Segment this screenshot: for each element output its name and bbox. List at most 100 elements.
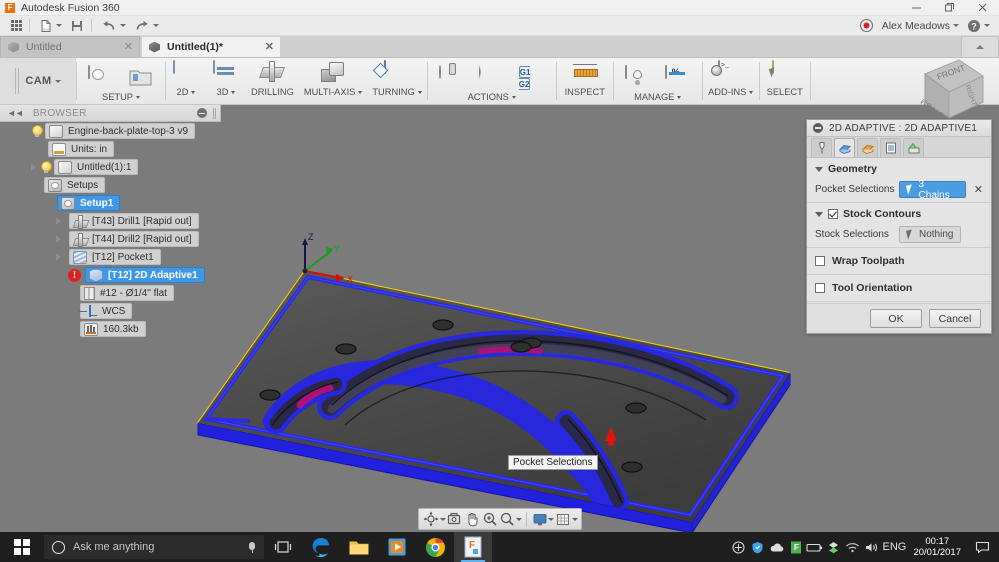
wrap-toolpath-checkbox[interactable] [815, 256, 825, 266]
fit-button[interactable] [498, 510, 516, 528]
restore-button[interactable] [933, 0, 966, 16]
cancel-button[interactable]: Cancel [929, 309, 981, 328]
expander-right-icon[interactable] [52, 217, 65, 225]
onedrive-cloud-icon[interactable] [767, 532, 786, 562]
language-indicator[interactable]: ENG [881, 532, 907, 562]
action-center-button[interactable] [969, 532, 995, 562]
expander-down-icon[interactable] [52, 271, 65, 278]
clock[interactable]: 00:17 20/01/2017 [907, 536, 969, 558]
ribbon-button-select[interactable]: SELECT [760, 58, 810, 101]
document-tab-untitled[interactable]: Untitled ✕ [0, 36, 140, 57]
expander-right-icon[interactable] [52, 253, 65, 261]
close-tab-icon[interactable]: ✕ [251, 41, 274, 53]
record-button[interactable] [856, 16, 877, 36]
machining-time-button[interactable] [658, 63, 698, 90]
workspace-switcher[interactable]: CAM [0, 58, 76, 104]
document-tab-untitled-1[interactable]: Untitled(1)* ✕ [141, 36, 281, 57]
dialog-collapse-icon[interactable] [813, 123, 823, 133]
start-button[interactable] [0, 532, 44, 562]
pan-button[interactable] [463, 510, 481, 528]
stock-selections-button[interactable]: Nothing [899, 226, 962, 243]
browser-menu-icon[interactable] [197, 108, 207, 118]
save-button[interactable] [67, 16, 87, 36]
simulate-button[interactable] [432, 63, 472, 90]
expander-down-icon[interactable] [18, 127, 31, 134]
heights-tab[interactable] [857, 138, 878, 157]
close-tab-icon[interactable]: ✕ [110, 41, 133, 53]
minimize-button[interactable] [900, 0, 933, 16]
app-grid-button[interactable] [2, 16, 25, 36]
close-button[interactable] [966, 0, 999, 16]
ribbon-button-multi-axis[interactable]: MULTI-AXIS [299, 58, 367, 101]
chrome-button[interactable] [416, 532, 454, 562]
stock-contours-section-header[interactable]: Stock Contours [815, 208, 983, 220]
tree-row-units[interactable]: Units: in [0, 140, 221, 158]
expander-down-icon[interactable] [27, 181, 40, 188]
expander-right-icon[interactable] [52, 235, 65, 243]
g-code-button[interactable]: G1 G2 [512, 63, 552, 90]
search-input[interactable]: Ask me anything [44, 535, 264, 559]
zoom-button[interactable] [481, 510, 499, 528]
geometry-section-header[interactable]: Geometry [815, 163, 983, 175]
wrap-toolpath-row[interactable]: Wrap Toolpath [807, 248, 991, 275]
expander-down-icon[interactable] [40, 199, 53, 206]
volume-icon[interactable] [862, 532, 881, 562]
ribbon-button-2d[interactable]: 2D [166, 58, 206, 101]
tree-row-pocket1[interactable]: [T12] Pocket1 [0, 248, 221, 266]
new-folder-button[interactable] [121, 63, 161, 90]
collapse-arrows-icon[interactable]: ◄◄ [7, 108, 24, 118]
task-view-button[interactable] [264, 532, 302, 562]
stock-contours-checkbox[interactable] [828, 209, 838, 219]
ribbon-button-inspect[interactable]: INSPECT [557, 58, 613, 101]
tree-row-root[interactable]: Engine-back-plate-top-3 v9 [0, 122, 221, 140]
visibility-bulb-icon[interactable] [31, 124, 43, 138]
ok-button[interactable]: OK [870, 309, 922, 328]
help-button[interactable]: ? [964, 16, 993, 36]
orbit-button[interactable] [422, 510, 440, 528]
tree-row-drill1[interactable]: [T43] Drill1 [Rapid out] [0, 212, 221, 230]
edge-button[interactable] [302, 532, 340, 562]
chevron-down-icon[interactable] [572, 517, 579, 521]
tree-row-2d-adaptive1[interactable]: ! [T12] 2D Adaptive1 [0, 266, 221, 284]
clear-pocket-selection-button[interactable]: ✕ [974, 183, 983, 196]
tree-row-setups[interactable]: Setups [0, 176, 221, 194]
panel-resize-grip[interactable] [213, 107, 217, 119]
hidden-icons-icon[interactable] [729, 532, 748, 562]
new-document-button[interactable] [36, 16, 65, 36]
tool-orientation-row[interactable]: Tool Orientation [807, 275, 991, 302]
tree-row-body[interactable]: Untitled(1):1 [0, 158, 221, 176]
expander-right-icon[interactable] [27, 163, 40, 171]
redo-button[interactable] [131, 16, 162, 36]
ribbon-button-turning[interactable]: TURNING [367, 58, 426, 101]
undo-button[interactable] [98, 16, 129, 36]
security-shield-icon[interactable] [748, 532, 767, 562]
battery-icon[interactable] [805, 532, 824, 562]
account-menu[interactable]: Alex Meadows [879, 16, 962, 36]
ribbon-button-drilling[interactable]: DRILLING [246, 58, 299, 101]
ribbon-button-add-ins[interactable]: ADD-INS [703, 58, 759, 101]
post-process-button[interactable] [472, 63, 512, 90]
ribbon-button-3d[interactable]: 3D [206, 58, 246, 101]
tool-orientation-checkbox[interactable] [815, 283, 825, 293]
tree-row-setup1[interactable]: Setup1 [0, 194, 221, 212]
tree-row-drill2[interactable]: [T44] Drill2 [Rapid out] [0, 230, 221, 248]
fusion360-button[interactable]: F [454, 532, 492, 562]
passes-tab[interactable] [880, 138, 901, 157]
geometry-tab[interactable] [834, 138, 855, 157]
dropbox-icon[interactable] [824, 532, 843, 562]
visibility-bulb-icon[interactable] [40, 160, 52, 174]
microphone-icon[interactable] [249, 541, 255, 553]
setup-button[interactable] [81, 63, 121, 90]
look-at-button[interactable] [446, 510, 464, 528]
display-settings-button[interactable] [531, 510, 549, 528]
tree-row-ncfile[interactable]: 160.3kb [0, 320, 221, 338]
movies-tv-button[interactable] [378, 532, 416, 562]
grid-snaps-button[interactable] [554, 510, 572, 528]
file-explorer-button[interactable] [340, 532, 378, 562]
linking-tab[interactable] [903, 138, 924, 157]
fusion-tray-icon[interactable]: F [786, 532, 805, 562]
tool-tab[interactable] [811, 138, 832, 157]
tree-row-tool[interactable]: #12 - Ø1/4" flat [0, 284, 221, 302]
chevron-down-icon[interactable] [515, 517, 522, 521]
tree-row-wcs[interactable]: WCS [0, 302, 221, 320]
